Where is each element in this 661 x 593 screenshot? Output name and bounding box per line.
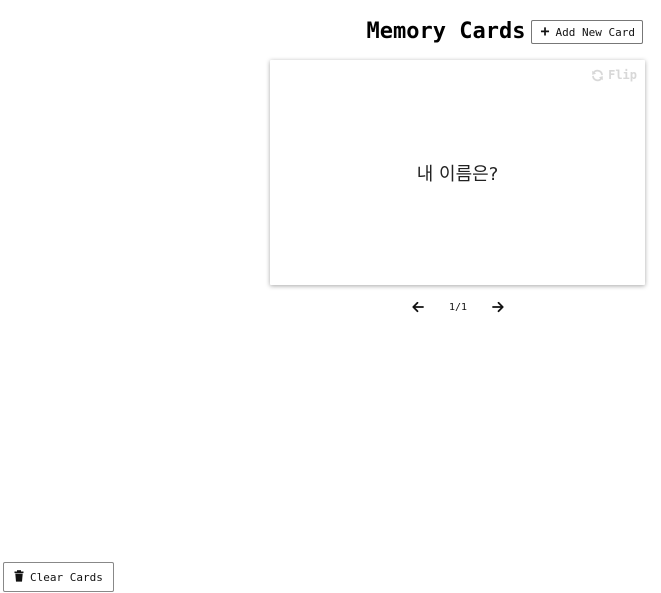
previous-card-button[interactable] xyxy=(408,298,428,316)
page-title: Memory Cards xyxy=(366,19,526,44)
memory-card[interactable]: Flip 내 이름은? xyxy=(270,60,645,285)
clear-cards-label: Clear Cards xyxy=(30,570,103,584)
flip-label: Flip xyxy=(608,68,637,82)
arrow-right-icon xyxy=(492,298,504,317)
next-card-button[interactable] xyxy=(488,298,508,316)
sync-icon xyxy=(591,69,604,82)
pagination: 1/1 xyxy=(408,298,508,316)
card-question: 내 이름은? xyxy=(416,164,499,185)
header: Memory Cards + Add New Card xyxy=(367,17,643,47)
plus-icon: + xyxy=(540,22,550,40)
add-new-card-button[interactable]: + Add New Card xyxy=(531,20,643,44)
page-indicator: 1/1 xyxy=(448,301,468,313)
flip-button[interactable]: Flip xyxy=(591,68,637,82)
add-new-card-label: Add New Card xyxy=(555,25,635,39)
arrow-left-icon xyxy=(412,298,424,317)
clear-cards-button[interactable]: Clear Cards xyxy=(3,562,114,592)
trash-icon xyxy=(14,569,24,585)
